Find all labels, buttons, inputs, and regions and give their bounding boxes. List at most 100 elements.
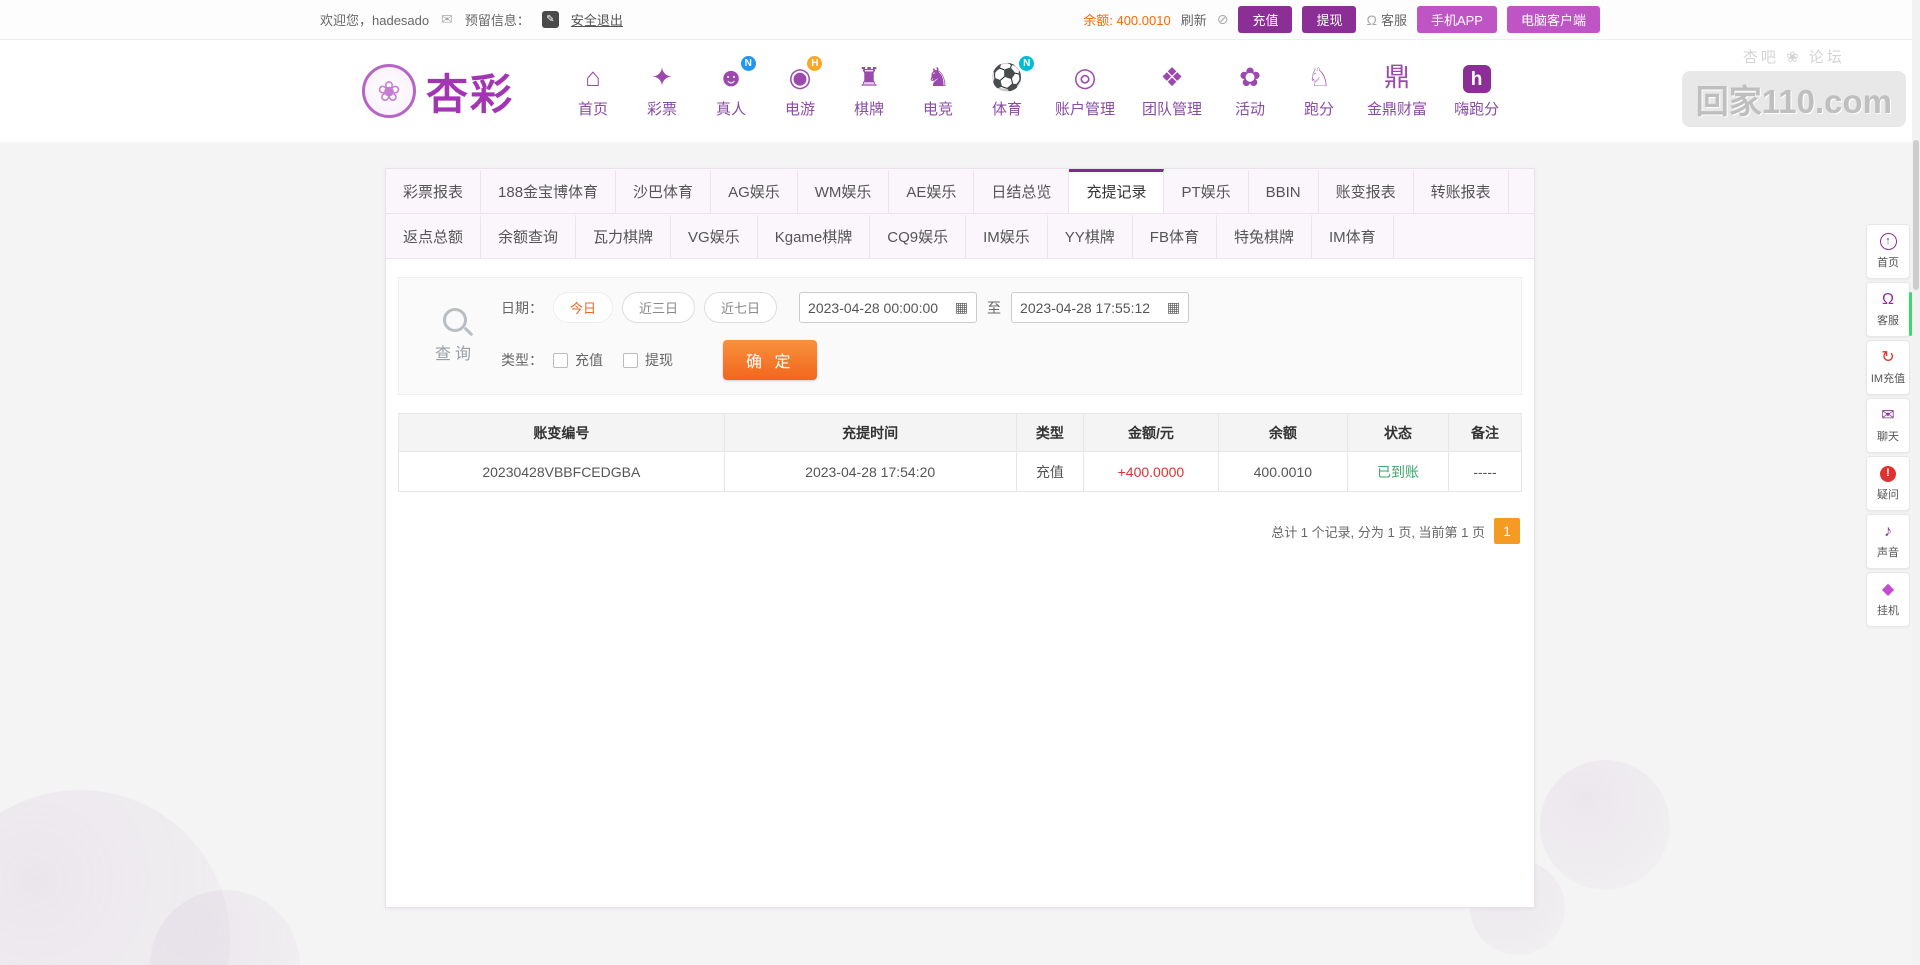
eye-off-icon[interactable]: ⊘ — [1217, 11, 1229, 28]
report-tabs: 彩票报表188金宝博体育沙巴体育AG娱乐WM娱乐AE娱乐日结总览充提记录PT娱乐… — [386, 169, 1534, 259]
nav-item-label: 跑分 — [1304, 98, 1334, 119]
widget-service[interactable]: Ω客服 — [1866, 282, 1910, 337]
tab[interactable]: 账变报表 — [1319, 169, 1414, 213]
brand-logo[interactable]: ❀ 杏彩 — [362, 61, 514, 122]
tab[interactable]: 瓦力棋牌 — [576, 214, 671, 258]
tab[interactable]: 返点总额 — [386, 214, 481, 258]
tab[interactable]: IM娱乐 — [966, 214, 1048, 258]
nav-item-live[interactable]: ☻N真人 — [710, 63, 752, 119]
nav-item-account[interactable]: ◎ 账户管理 — [1055, 63, 1115, 119]
widget-chat[interactable]: ✉聊天 — [1866, 398, 1910, 453]
col-header-type: 类型 — [1016, 414, 1083, 452]
tab[interactable]: 188金宝博体育 — [481, 169, 616, 213]
speaker-icon: ♪ — [1884, 523, 1892, 540]
date-to-input[interactable]: 2023-04-28 17:55:12 ▦ — [1011, 292, 1189, 323]
tab[interactable]: CQ9娱乐 — [870, 214, 966, 258]
tab[interactable]: 充提记录 — [1069, 169, 1164, 213]
tab[interactable]: 转账报表 — [1414, 169, 1509, 213]
tab[interactable]: AE娱乐 — [889, 169, 974, 213]
range-pill[interactable]: 今日 — [553, 292, 613, 323]
calendar-icon[interactable]: ▦ — [1167, 299, 1180, 316]
nav-item-lottery[interactable]: ✦彩票 — [641, 63, 683, 119]
col-header-time: 充提时间 — [724, 414, 1016, 452]
nav-item-label: 棋牌 — [854, 98, 884, 119]
checkbox-deposit[interactable]: 充值 — [553, 350, 603, 370]
nav-item-hi-paofen[interactable]: h嗨跑分 — [1454, 65, 1499, 119]
customer-service-link[interactable]: Ω 客服 — [1366, 10, 1406, 29]
checkbox-withdraw[interactable]: 提现 — [623, 350, 673, 370]
tab[interactable]: FB体育 — [1133, 214, 1217, 258]
cell-time: 2023-04-28 17:54:20 — [724, 452, 1016, 492]
scrollbar-thumb[interactable] — [1913, 140, 1919, 290]
tab[interactable]: WM娱乐 — [798, 169, 890, 213]
date-range-pills: 今日近三日近七日 — [553, 292, 777, 323]
tab[interactable]: VG娱乐 — [671, 214, 758, 258]
confirm-button[interactable]: 确 定 — [723, 340, 817, 380]
date-from-input[interactable]: 2023-04-28 00:00:00 ▦ — [799, 292, 977, 323]
page-scrollbar[interactable] — [1912, 0, 1920, 965]
headset-icon: Ω — [1366, 12, 1376, 28]
tab[interactable]: 余额查询 — [481, 214, 576, 258]
checkbox-withdraw-box[interactable] — [623, 353, 638, 368]
logout-link[interactable]: 安全退出 — [571, 10, 623, 29]
question-icon: ! — [1880, 466, 1896, 482]
activity-icon: ✿ — [1239, 63, 1261, 93]
widget-label: 首页 — [1877, 254, 1899, 270]
tab[interactable]: 彩票报表 — [386, 169, 481, 213]
range-pill[interactable]: 近三日 — [622, 292, 695, 323]
nav-item-label: 金鼎财富 — [1367, 98, 1427, 119]
nav-item-activity[interactable]: ✿活动 — [1229, 63, 1271, 119]
tab[interactable]: AG娱乐 — [711, 169, 798, 213]
widget-question[interactable]: !疑问 — [1866, 456, 1910, 511]
nav-item-paofen[interactable]: ♘ 跑分 — [1298, 63, 1340, 119]
nav-item-team[interactable]: ❖团队管理 — [1142, 63, 1202, 119]
edit-icon[interactable]: ✎ — [542, 11, 559, 28]
tab[interactable]: IM体育 — [1312, 214, 1394, 258]
nav-item-label: 真人 — [716, 98, 746, 119]
withdraw-button[interactable]: 提现 — [1302, 6, 1356, 33]
nav-item-label: 电游 — [785, 98, 815, 119]
nav-item-slots[interactable]: ◉H 电游 — [779, 63, 821, 119]
date-to-value: 2023-04-28 17:55:12 — [1020, 300, 1150, 316]
tab[interactable]: 特兔棋牌 — [1217, 214, 1312, 258]
mobile-app-button[interactable]: 手机APP — [1417, 6, 1497, 33]
nav-item-esports[interactable]: ♞电竞 — [917, 63, 959, 119]
checkbox-deposit-box[interactable] — [553, 353, 568, 368]
tab[interactable]: BBIN — [1249, 169, 1319, 213]
headset-icon: Ω — [1882, 291, 1894, 308]
balance-label: 余额: — [1083, 13, 1113, 28]
tab[interactable]: 日结总览 — [974, 169, 1069, 213]
deposit-button[interactable]: 充值 — [1238, 6, 1292, 33]
account-icon: ◎ — [1074, 63, 1097, 93]
nav-item-label: 账户管理 — [1055, 98, 1115, 119]
widget-home-top[interactable]: ↑首页 — [1866, 224, 1910, 279]
widget-label: 声音 — [1877, 544, 1899, 560]
calendar-icon[interactable]: ▦ — [955, 299, 968, 316]
widget-sound[interactable]: ♪ 声音 — [1866, 514, 1910, 569]
widget-im-recharge[interactable]: ↻IM充值 — [1866, 340, 1910, 395]
nav-item-label: 体育 — [992, 98, 1022, 119]
refresh-link[interactable]: 刷新 — [1181, 10, 1207, 29]
search-icon — [443, 308, 467, 332]
paofen-icon: ♘ — [1307, 63, 1330, 93]
tab-row-1: 彩票报表188金宝博体育沙巴体育AG娱乐WM娱乐AE娱乐日结总览充提记录PT娱乐… — [386, 169, 1534, 214]
nav-item-sports[interactable]: ⚽N体育 — [986, 63, 1028, 119]
nav-item-label: 嗨跑分 — [1454, 98, 1499, 119]
tab[interactable]: Kgame棋牌 — [758, 214, 871, 258]
range-pill[interactable]: 近七日 — [704, 292, 777, 323]
tab[interactable]: PT娱乐 — [1164, 169, 1248, 213]
diamond-icon: ◆ — [1882, 581, 1894, 598]
pc-client-button[interactable]: 电脑客户端 — [1507, 6, 1600, 33]
tab[interactable]: YY棋牌 — [1048, 214, 1133, 258]
page-1-button[interactable]: 1 — [1494, 518, 1520, 544]
nav-item-wealth[interactable]: 鼎金鼎财富 — [1367, 63, 1427, 119]
nav-item-board[interactable]: ♜棋牌 — [848, 63, 890, 119]
message-icon[interactable]: ✉ — [441, 11, 453, 28]
nav-item-home[interactable]: ⌂首页 — [572, 63, 614, 119]
bg-circle-decoration — [150, 890, 300, 965]
query-title: 查询 — [435, 340, 475, 364]
tab[interactable]: 沙巴体育 — [616, 169, 711, 213]
slots-icon: ◉H — [789, 63, 812, 93]
widget-hangup[interactable]: ◆挂机 — [1866, 572, 1910, 627]
query-panel: 查询 日期： 今日近三日近七日 2023-04-28 00:00:00 ▦ 至 … — [398, 277, 1522, 395]
